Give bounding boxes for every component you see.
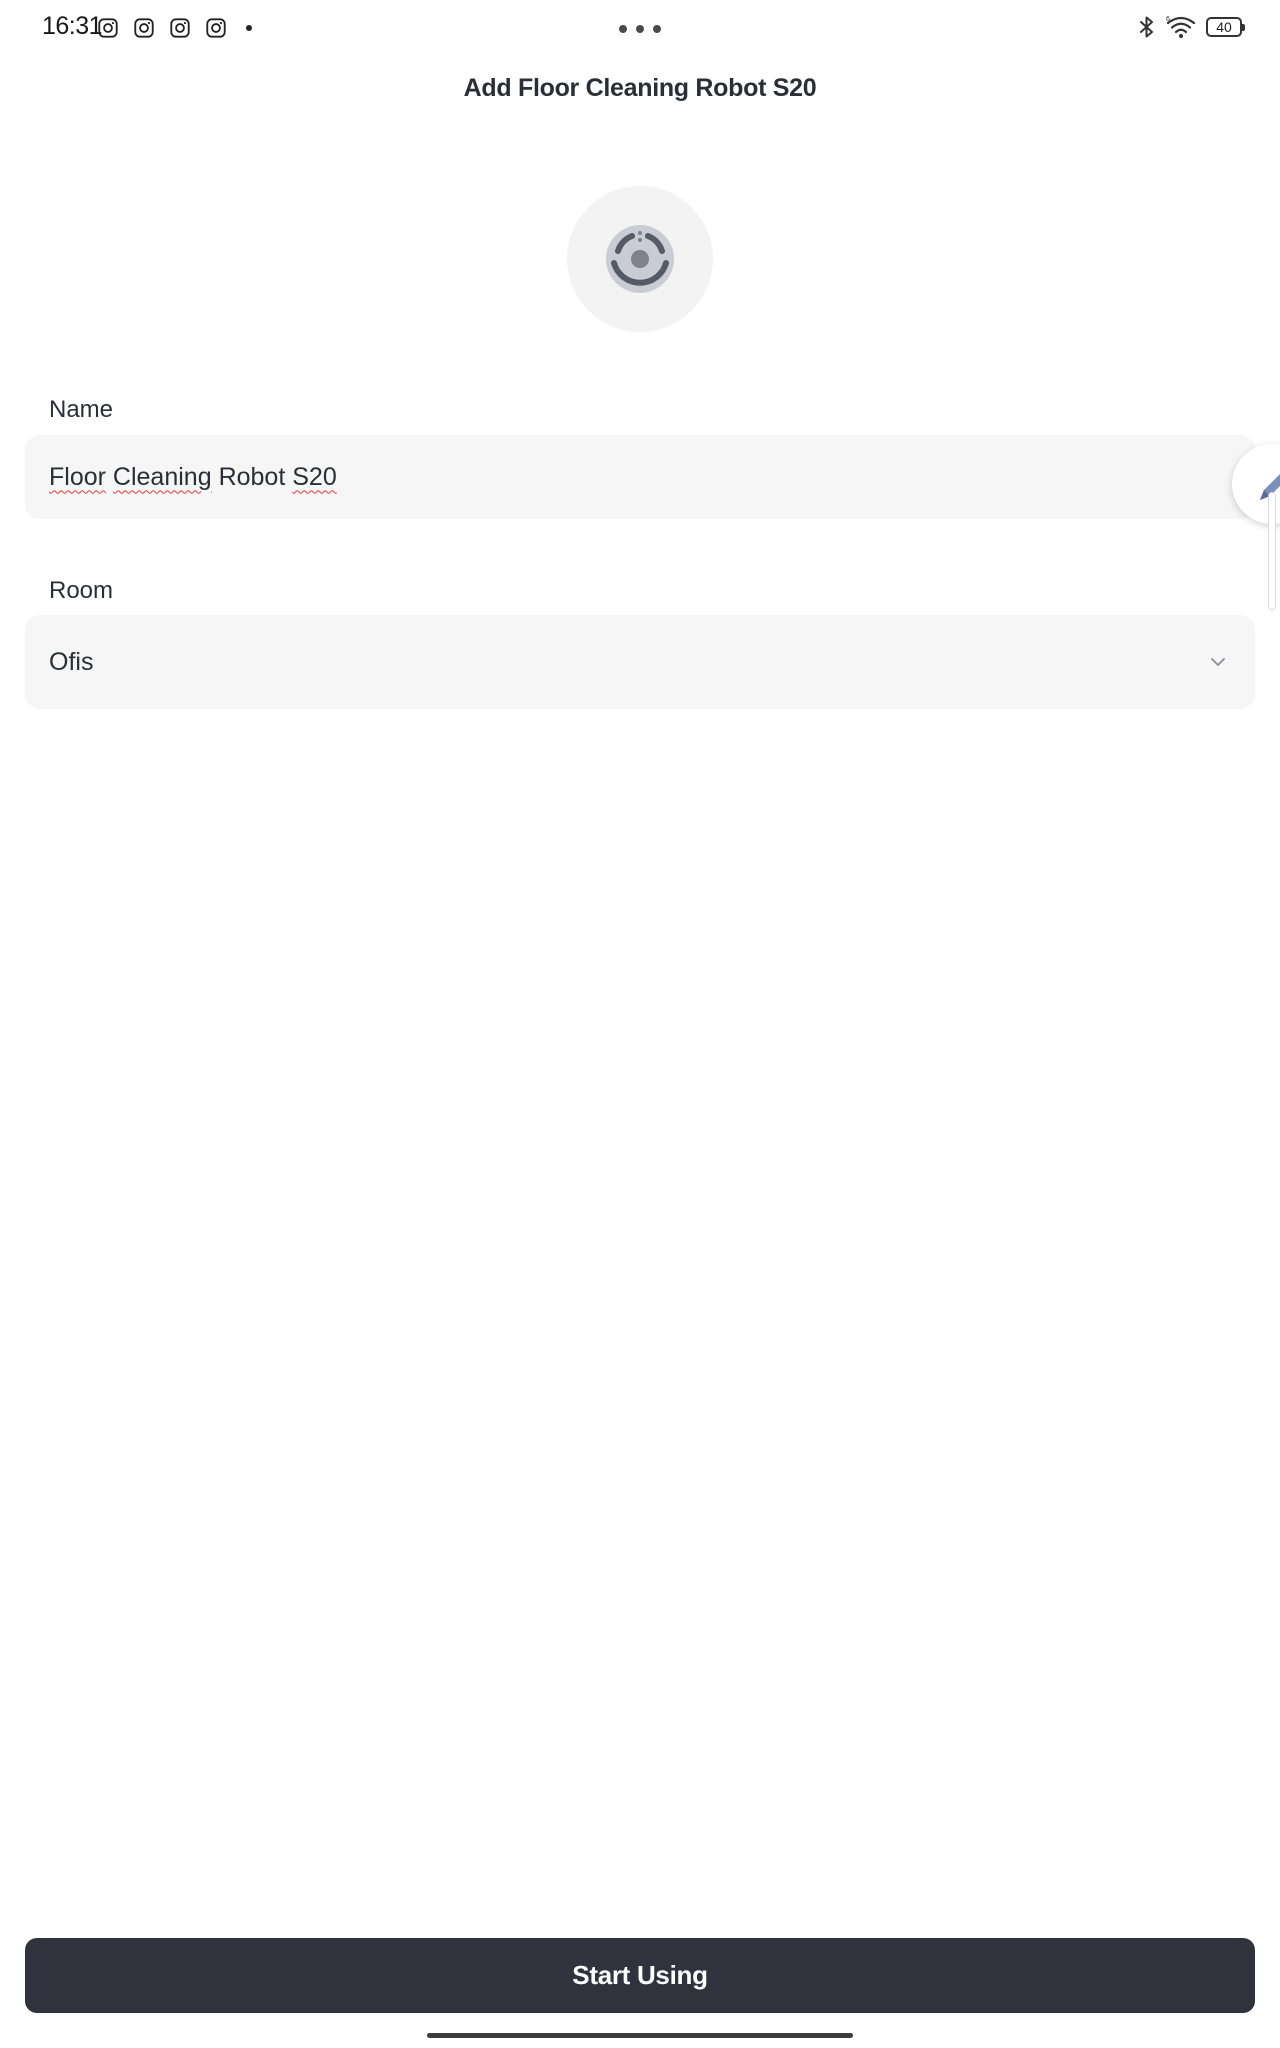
robot-vacuum-icon [606, 225, 674, 293]
battery-icon: 40 [1206, 17, 1245, 37]
more-dots-icon[interactable] [619, 25, 661, 33]
instagram-icon [134, 18, 154, 38]
scrollbar[interactable] [1268, 492, 1276, 610]
more-notifications-dot [246, 25, 252, 31]
status-time: 16:31 [42, 12, 103, 40]
status-bar: 16:31 6 40 [0, 0, 1280, 58]
name-label: Name [49, 396, 114, 423]
instagram-icon [98, 18, 118, 38]
instagram-icon [170, 18, 190, 38]
pencil-icon [1260, 474, 1280, 500]
name-input[interactable]: Floor Cleaning Robot S20 [25, 435, 1255, 519]
room-value: Ofis [49, 647, 94, 676]
start-using-button[interactable]: Start Using [25, 1938, 1255, 2013]
device-image [567, 186, 713, 332]
notification-icons [97, 17, 227, 39]
status-right: 6 40 [1138, 15, 1245, 39]
room-select[interactable]: Ofis [25, 615, 1255, 709]
chevron-down-icon [1211, 658, 1225, 666]
name-value: Floor Cleaning Robot S20 [49, 462, 337, 491]
wifi-icon: 6 [1166, 16, 1196, 38]
bluetooth-icon [1140, 16, 1153, 38]
home-indicator[interactable] [427, 2033, 853, 2038]
instagram-icon [206, 18, 226, 38]
room-label: Room [49, 577, 114, 604]
svg-text:6: 6 [1166, 16, 1170, 23]
battery-level: 40 [1216, 19, 1232, 35]
page-title: Add Floor Cleaning Robot S20 [463, 74, 817, 102]
